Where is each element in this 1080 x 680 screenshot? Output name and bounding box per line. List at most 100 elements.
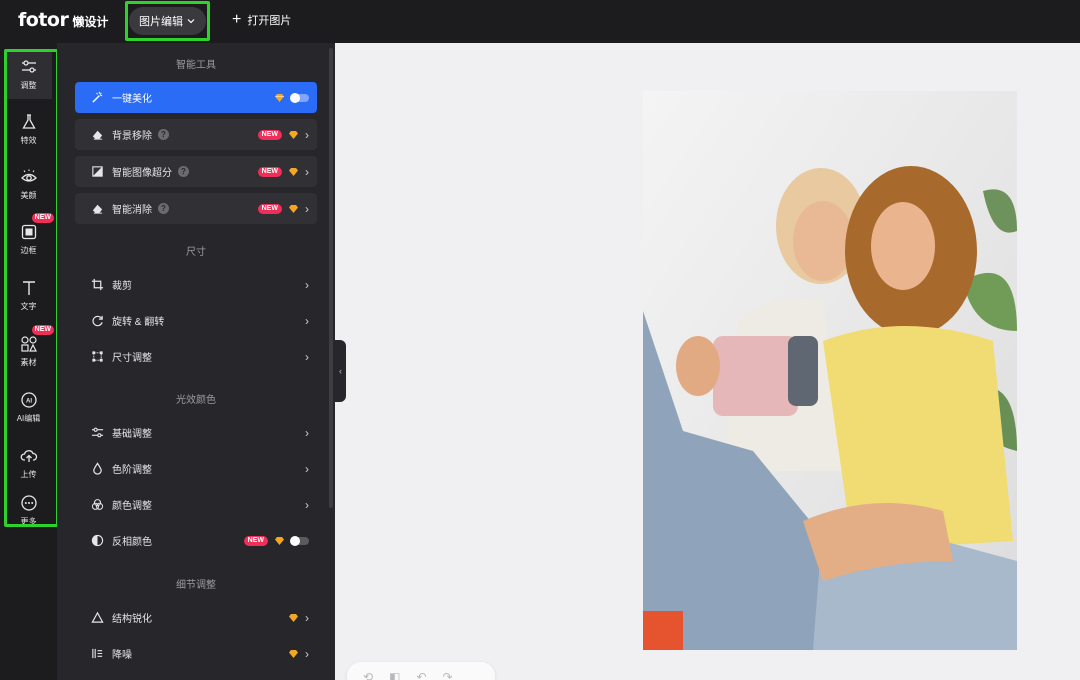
tool-denoise[interactable]: 降噪 › (75, 638, 317, 669)
new-badge: NEW (31, 325, 54, 335)
tool-label: 降噪 (112, 650, 132, 661)
magic-wand-icon (89, 90, 105, 106)
chevron-right-icon: › (305, 349, 309, 364)
rail-item-label: 上传 (20, 469, 37, 479)
canvas-bottom-toolbar: ⟲ ◧ ↶ ↷ (347, 662, 495, 680)
tool-basic-adjust[interactable]: 基础调整 › (75, 417, 317, 448)
chevron-right-icon: › (305, 461, 309, 476)
chevron-right-icon: › (305, 610, 309, 625)
text-icon (22, 280, 35, 295)
tool-label: 裁剪 (112, 281, 132, 292)
chevron-right-icon: › (305, 201, 309, 216)
tool-structure-sharpen[interactable]: 结构锐化 › (75, 602, 317, 633)
section-title-detail: 细节调整 (176, 580, 216, 591)
logo-subtitle: 懒设计 (72, 15, 109, 29)
rail-item-adjust[interactable]: 调整 (5, 49, 52, 99)
rail-item-label: 文字 (20, 301, 37, 311)
tool-crop[interactable]: 裁剪 › (75, 269, 317, 300)
triangle-icon (89, 610, 105, 626)
sliders-icon (21, 59, 36, 73)
tool-label: 一键美化 (112, 94, 152, 105)
compare-icon[interactable]: ◧ (389, 670, 400, 680)
panel-scrollbar[interactable] (329, 48, 333, 508)
crop-icon (89, 277, 105, 293)
new-badge: NEW (257, 129, 282, 140)
chevron-right-icon: › (305, 164, 309, 179)
tool-image-upscale[interactable]: 智能图像超分 ? NEW › (75, 156, 317, 187)
eraser-icon (89, 201, 105, 217)
open-image-button[interactable]: + 打开图片 (232, 12, 291, 28)
rail-item-ai-edit[interactable]: AI AI编辑 (5, 382, 52, 432)
chevron-right-icon: › (305, 127, 309, 142)
tool-levels[interactable]: 色阶调整 › (75, 453, 317, 484)
rail-item-label: 调整 (20, 80, 37, 90)
chevron-right-icon: › (305, 313, 309, 328)
frame-icon (21, 224, 36, 239)
tool-rotate-flip[interactable]: 旋转 & 翻转 › (75, 305, 317, 336)
chevron-right-icon: › (305, 646, 309, 661)
open-image-label: 打开图片 (247, 15, 292, 27)
help-icon[interactable]: ? (158, 129, 169, 140)
drop-icon (89, 461, 105, 477)
new-badge: NEW (257, 166, 282, 177)
rail-item-label: 特效 (20, 135, 37, 145)
undo-icon[interactable]: ↶ (416, 670, 426, 680)
section-title-light-color: 光效颜色 (176, 395, 216, 406)
premium-diamond-icon (289, 613, 298, 622)
tool-label: 背景移除 (112, 131, 152, 142)
tool-smart-erase[interactable]: 智能消除 ? NEW › (75, 193, 317, 224)
premium-diamond-icon (289, 130, 298, 139)
tool-label: 颜色调整 (112, 501, 152, 512)
history-icon[interactable]: ⟲ (363, 670, 373, 680)
rail-item-more[interactable]: 更多 (5, 490, 52, 530)
rail-item-effects[interactable]: 特效 (5, 104, 52, 154)
new-badge: NEW (31, 213, 54, 223)
edit-mode-label: 图片编辑 (139, 16, 183, 28)
tool-one-click-enhance[interactable]: 一键美化 (75, 82, 317, 113)
tool-invert-color[interactable]: 反相颜色 NEW (75, 525, 317, 556)
tool-background-remove[interactable]: 背景移除 ? NEW › (75, 119, 317, 150)
tool-label: 尺寸调整 (112, 353, 152, 364)
rail-item-frame[interactable]: NEW 边框 (5, 213, 54, 264)
tool-color-adjust[interactable]: 颜色调整 › (75, 489, 317, 520)
section-title-size: 尺寸 (186, 247, 206, 258)
rail-item-beauty[interactable]: 美颜 (5, 159, 52, 209)
help-icon[interactable]: ? (158, 203, 169, 214)
rail-item-text[interactable]: 文字 (5, 270, 52, 320)
denoise-icon (89, 646, 105, 662)
premium-diamond-icon (289, 167, 298, 176)
rail-item-label: 美颜 (20, 190, 37, 200)
flask-icon (21, 113, 36, 129)
premium-diamond-icon (275, 93, 284, 102)
chevron-right-icon: › (305, 425, 309, 440)
rail-item-upload[interactable]: 上传 (5, 438, 52, 488)
tool-label: 旋转 & 翻转 (112, 317, 165, 328)
help-icon[interactable]: ? (178, 166, 189, 177)
tool-label: 基础调整 (112, 429, 152, 440)
enhance-toggle[interactable] (290, 92, 309, 103)
tool-label: 色阶调整 (112, 465, 152, 476)
new-badge: NEW (243, 535, 268, 546)
premium-diamond-icon (275, 536, 284, 545)
eraser-icon (89, 127, 105, 143)
invert-icon (89, 533, 105, 549)
redo-icon[interactable]: ↷ (442, 670, 452, 680)
canvas-photo[interactable] (643, 91, 1017, 650)
tool-label: 智能消除 (112, 205, 152, 216)
rail-item-elements[interactable]: NEW 素材 (5, 325, 54, 376)
rail-item-label: 边框 (20, 245, 37, 255)
upscale-icon (89, 164, 105, 180)
edit-mode-dropdown[interactable]: 图片编辑 (125, 1, 210, 41)
collapse-panel-button[interactable]: ‹ (335, 340, 346, 402)
tool-resize[interactable]: 尺寸调整 › (75, 341, 317, 372)
rail-item-label: AI编辑 (16, 413, 41, 423)
logo-brand: fotor (18, 9, 69, 31)
rotate-icon (89, 313, 105, 329)
logo[interactable]: fotor 懒设计 (18, 9, 108, 31)
invert-toggle[interactable] (290, 535, 309, 546)
plus-icon: + (232, 11, 242, 28)
resize-icon (89, 349, 105, 365)
chevron-right-icon: › (305, 277, 309, 292)
chevron-left-icon: ‹ (339, 366, 342, 376)
top-bar: fotor 懒设计 图片编辑 + 打开图片 (0, 0, 1080, 43)
